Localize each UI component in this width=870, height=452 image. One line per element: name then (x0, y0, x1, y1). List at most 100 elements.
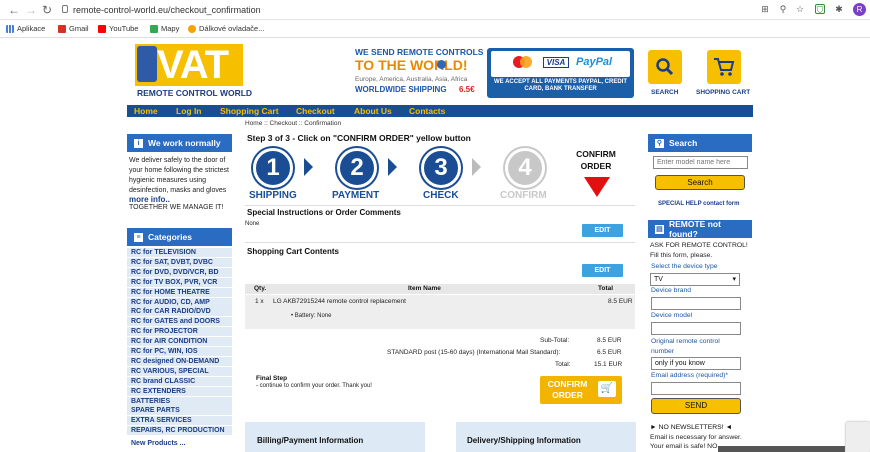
device-type-select[interactable]: TV ▾ (650, 273, 740, 286)
zoom-icon[interactable]: ⚲ (778, 4, 788, 14)
nav-contacts[interactable]: Contacts (409, 106, 445, 116)
nav-about[interactable]: About Us (354, 106, 392, 116)
confirm-order-button-label[interactable]: CONFIRM ORDER (540, 379, 595, 401)
remote-not-found-header: ▤ REMOTE not found? (648, 219, 752, 239)
search-input[interactable] (653, 156, 748, 169)
shipping-banner-continents: Europe, America, Australia, Asia, Africa (355, 76, 468, 83)
category-item[interactable]: RC for DVD, DVD/VCR, BD (127, 267, 232, 278)
item-name[interactable]: LG AKB72915244 remote control replacemen… (273, 298, 406, 305)
bookmark-remotes[interactable]: Dálkové ovladače... (188, 24, 264, 33)
original-number-input[interactable]: only if you know (651, 357, 741, 370)
device-type-label: Select the device type (651, 263, 718, 270)
edit-cart-button[interactable]: EDIT (582, 264, 623, 277)
step-1-label: SHIPPING (249, 190, 297, 201)
total-value: 15.1 EUR (594, 361, 623, 368)
step-3-label: CHECK (423, 190, 459, 201)
notification-popup[interactable] (718, 446, 845, 452)
url-field[interactable]: remote-control-world.eu/checkout_confirm… (73, 5, 261, 15)
mastercard-icon-overlap (520, 56, 532, 68)
special-help-link[interactable]: SPECIAL HELP contact form (658, 201, 739, 207)
star-icon[interactable]: ☆ (795, 4, 805, 14)
breadcrumb[interactable]: Home :: Checkout :: Confirmation (245, 120, 341, 127)
step-title: Step 3 of 3 - Click on "CONFIRM ORDER" y… (247, 133, 471, 143)
category-item[interactable]: BATTERIES (127, 396, 232, 407)
bookmark-apps[interactable]: Aplikace (6, 24, 45, 33)
original-number-label: Original remote control number (651, 338, 720, 355)
puzzle-icon[interactable]: ✱ (834, 4, 844, 14)
divider (245, 205, 635, 206)
step-2-label: PAYMENT (332, 190, 380, 201)
category-item[interactable]: SPARE PARTS (127, 406, 232, 417)
bookmark-maps[interactable]: Mapy (150, 24, 179, 33)
maps-icon (150, 24, 158, 33)
down-arrow-icon (584, 177, 610, 197)
category-item[interactable]: RC brand CLASSIC (127, 376, 232, 387)
email-input[interactable] (651, 382, 741, 395)
item-price: 8.5 EUR (608, 298, 633, 305)
category-item[interactable]: RC for PC, WIN, IOS (127, 347, 232, 357)
category-item[interactable]: RC for SAT, DVBT, DVBC (127, 257, 232, 268)
header-search-label[interactable]: SEARCH (651, 89, 678, 96)
we-work-text: We deliver safely to the door of your ho… (129, 157, 229, 194)
category-item[interactable]: RC EXTENDERS (127, 386, 232, 397)
subtotal-label: Sub-Total: (540, 337, 570, 344)
device-model-input[interactable] (651, 322, 741, 335)
paypal-logo: PayPal (576, 56, 613, 68)
header-search-button[interactable] (648, 50, 682, 84)
bookmark-gmail[interactable]: Gmail (58, 24, 89, 33)
header-cart-label[interactable]: SHOPPING CART (696, 89, 750, 96)
new-products-link[interactable]: New Products ... (131, 440, 185, 447)
nav-checkout[interactable]: Checkout (296, 106, 335, 116)
shipping-value: 6.5 EUR (597, 349, 622, 356)
cart-icon (714, 58, 735, 76)
info-icon: i (134, 138, 143, 148)
shipping-banner-line2: TO THE WORLD! (355, 57, 468, 73)
search-box-header: ⚲ Search (648, 134, 752, 152)
nav-cart[interactable]: Shopping Cart (220, 106, 279, 116)
step-4-label: CONFIRM (500, 190, 547, 201)
remote-site-icon (188, 24, 196, 33)
forward-icon[interactable]: → (25, 3, 37, 17)
recaptcha-badge[interactable] (846, 422, 870, 452)
send-button[interactable]: SEND (651, 398, 741, 414)
category-item[interactable]: RC for CAR RADIO/DVD (127, 307, 232, 318)
item-option: • Battery: None (291, 313, 332, 319)
nav-home[interactable]: Home (134, 106, 158, 116)
step-2-circle: 2 (337, 148, 377, 188)
category-item[interactable]: RC designed ON-DEMAND (127, 356, 232, 367)
back-icon[interactable]: ← (8, 3, 20, 17)
confirm-order-hint: CONFIRM ORDER (576, 149, 616, 171)
category-item[interactable]: RC for GATES and DOORS (127, 317, 232, 328)
col-qty: Qty. (254, 285, 267, 292)
extension-shield-icon[interactable]: ⛉ (815, 4, 825, 15)
category-item[interactable]: RC for AIR CONDITION (127, 337, 232, 348)
category-item[interactable]: RC for AUDIO, CD, AMP (127, 297, 232, 308)
step-4-circle: 4 (505, 148, 545, 188)
category-item[interactable]: EXTRA SERVICES (127, 416, 232, 427)
reload-icon[interactable]: ↻ (42, 3, 52, 17)
apps-icon (6, 24, 14, 33)
email-note-1: Email is necessary for answer. (650, 434, 742, 441)
edit-instructions-button[interactable]: EDIT (582, 224, 623, 237)
translate-icon[interactable]: ⊞ (760, 4, 770, 14)
col-item: Item Name (408, 285, 441, 292)
category-item[interactable]: RC for TELEVISION (127, 248, 232, 258)
shipping-banner-worldwide: WORLDWIDE SHIPPING (355, 85, 447, 94)
category-item[interactable]: RC for PROJECTOR (127, 327, 232, 338)
category-item[interactable]: RC for TV BOX, PVR, VCR (127, 277, 232, 288)
category-item[interactable]: RC VARIOUS, SPECIAL (127, 366, 232, 377)
nav-login[interactable]: Log In (176, 106, 202, 116)
category-item[interactable]: RC for HOME THEATRE (127, 287, 232, 298)
lock-icon (62, 5, 68, 13)
profile-avatar[interactable]: R (853, 3, 866, 16)
header-cart-button[interactable] (707, 50, 741, 84)
step-3-circle: 3 (421, 148, 461, 188)
device-brand-input[interactable] (651, 297, 741, 310)
search-small-icon: ⚲ (655, 138, 664, 148)
bookmark-youtube[interactable]: YouTube (98, 24, 138, 33)
search-button[interactable]: Search (655, 175, 745, 190)
category-item[interactable]: REPAIRS, RC PRODUCTION (127, 426, 232, 437)
delivery-title: Delivery/Shipping Information (467, 436, 581, 445)
billing-title: Billing/Payment Information (257, 436, 364, 445)
shipping-label: STANDARD post (15-60 days) (Internationa… (387, 349, 561, 356)
